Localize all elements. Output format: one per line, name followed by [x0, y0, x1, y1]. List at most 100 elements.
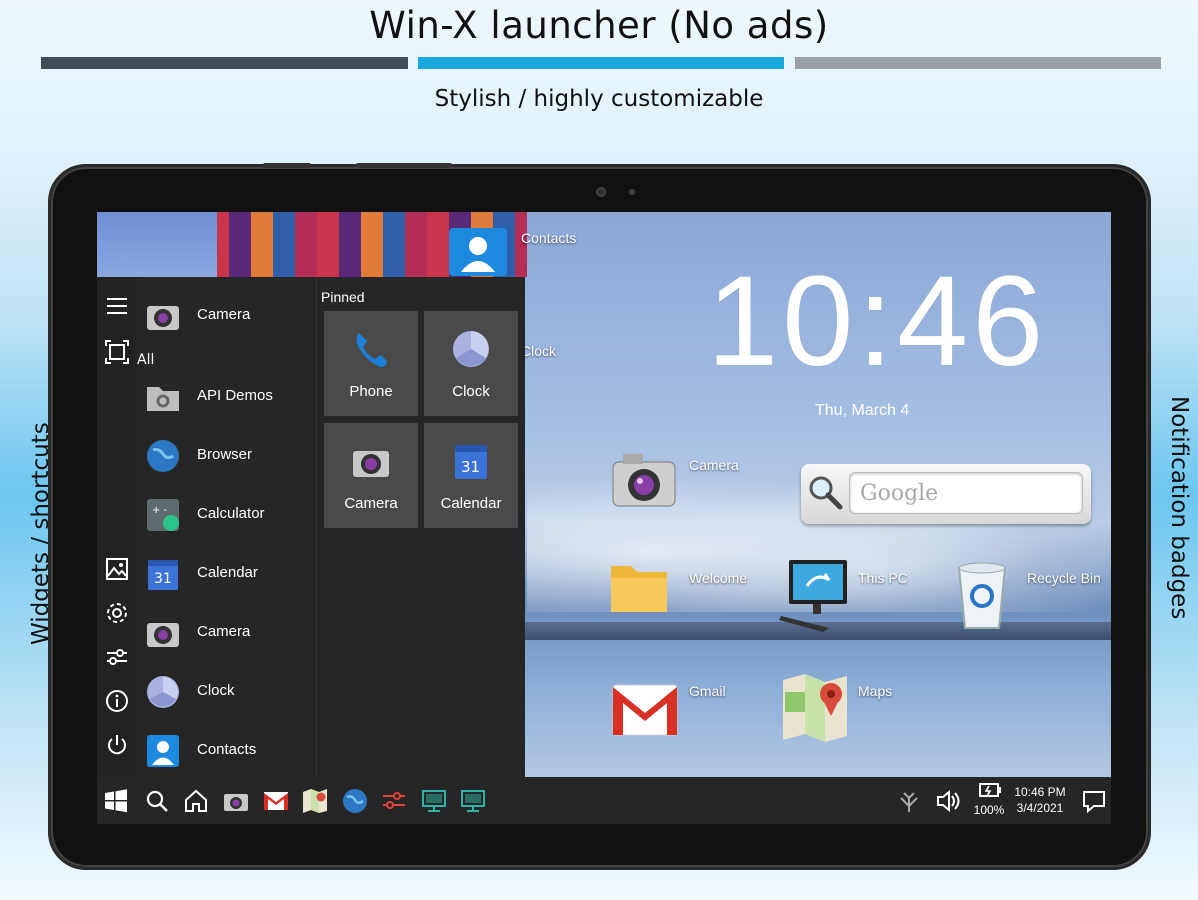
- monitor-icon: [779, 560, 847, 632]
- svg-text:31: 31: [154, 571, 172, 587]
- volume-button: [263, 163, 311, 168]
- pinned-tile-calendar[interactable]: 31 Calendar: [424, 423, 518, 528]
- wallpaper-sky: [97, 212, 217, 277]
- right-side-caption: Notification badges: [1160, 396, 1196, 656]
- settings-sliders-icon[interactable]: [381, 788, 407, 814]
- power-button: [356, 163, 452, 168]
- pinned-tile-clock[interactable]: Clock: [424, 311, 518, 416]
- pinned-label: Pinned: [321, 289, 365, 305]
- desktop-clock-label: Clock: [521, 343, 557, 359]
- app-item-contacts[interactable]: Contacts: [145, 731, 317, 771]
- battery-charging-icon[interactable]: [978, 782, 1002, 800]
- svg-text:+ -: + -: [152, 505, 168, 516]
- camera-icon: [147, 306, 179, 330]
- app-item-calendar[interactable]: 31 Calendar: [145, 554, 317, 594]
- power-icon[interactable]: [105, 733, 129, 757]
- folder-icon: [611, 566, 667, 612]
- desktop-this-pc[interactable]: [779, 558, 851, 632]
- search-icon[interactable]: [144, 788, 170, 814]
- gmail-icon[interactable]: [263, 788, 289, 814]
- all-apps-label: All: [137, 352, 155, 368]
- clock-icon: [453, 331, 489, 367]
- camera-icon: [147, 623, 179, 647]
- app-label: Calendar: [197, 564, 258, 581]
- windows-start-icon[interactable]: [103, 788, 129, 814]
- gmail-icon: [612, 684, 678, 736]
- calendar-icon: 31: [455, 445, 487, 479]
- banner-subtitle: Stylish / highly customizable: [434, 86, 764, 112]
- start-menu-rail: [97, 277, 137, 777]
- desktop-camera-label: Camera: [689, 457, 739, 473]
- calculator-icon: + -: [147, 499, 179, 531]
- home-icon[interactable]: [183, 788, 209, 814]
- calendar-icon: 31: [148, 560, 178, 590]
- tray-time[interactable]: 10:46 PM: [1009, 785, 1071, 799]
- battery-percent: 100%: [973, 803, 1005, 817]
- tablet-screen: Contacts Clock 10:46 Thu, March 4 Google…: [97, 212, 1111, 824]
- desktop-gmail[interactable]: [611, 677, 679, 739]
- gear-icon[interactable]: [105, 601, 129, 625]
- desktop-camera[interactable]: [609, 448, 679, 512]
- image-icon[interactable]: [105, 557, 129, 581]
- recent-camera-label: Camera: [197, 306, 251, 323]
- svg-text:31: 31: [461, 458, 480, 476]
- banner-bar-gray: [795, 57, 1161, 69]
- clock-widget-time: 10:46: [707, 250, 1048, 393]
- taskbar: 100% 10:46 PM 3/4/2021: [97, 777, 1111, 824]
- sensor-dot: [629, 189, 635, 195]
- recent-camera[interactable]: Camera: [145, 296, 317, 336]
- desktop-gmail-label: Gmail: [689, 683, 726, 699]
- camera-icon: [612, 454, 676, 507]
- desktop-recycle-bin-label: Recycle Bin: [1027, 570, 1101, 586]
- monitor-icon[interactable]: [421, 788, 447, 814]
- network-icon[interactable]: [896, 788, 922, 814]
- app-label: API Demos: [197, 387, 273, 404]
- volume-icon[interactable]: [935, 788, 961, 814]
- tablet-device: Contacts Clock 10:46 Thu, March 4 Google…: [48, 163, 1151, 870]
- sliders-icon[interactable]: [105, 645, 129, 669]
- folder-gear-icon: [147, 387, 179, 411]
- right-side-label: Notification badges: [1166, 396, 1192, 620]
- app-label: Browser: [197, 446, 253, 463]
- pinned-tile-phone[interactable]: Phone: [324, 311, 418, 416]
- clock-widget-date: Thu, March 4: [815, 402, 910, 419]
- browser-icon[interactable]: [342, 788, 368, 814]
- maps-icon[interactable]: [302, 788, 328, 814]
- tray-date[interactable]: 3/4/2021: [1009, 801, 1071, 815]
- front-camera: [596, 187, 606, 197]
- desktop-welcome-label: Welcome: [689, 570, 748, 586]
- desktop-this-pc-label: This PC: [858, 570, 908, 586]
- clock-icon: [147, 676, 179, 708]
- maps-icon: [783, 674, 847, 742]
- left-side-caption: Widgets / shortcuts: [0, 400, 54, 650]
- google-search-field[interactable]: Google: [849, 472, 1083, 514]
- screenshot-icon[interactable]: [105, 340, 129, 364]
- tile-label: Phone: [349, 383, 393, 400]
- camera-icon: [353, 451, 389, 477]
- contacts-icon: [449, 228, 507, 276]
- camera-icon[interactable]: [223, 788, 249, 814]
- app-item-calculator[interactable]: + - Calculator: [145, 495, 317, 535]
- banner-bar-blue: [418, 57, 784, 69]
- google-search-widget[interactable]: Google: [801, 464, 1091, 524]
- app-item-clock[interactable]: Clock: [145, 672, 317, 712]
- app-label: Clock: [197, 682, 235, 699]
- phone-icon: [356, 333, 387, 367]
- desktop-welcome-folder[interactable]: [609, 558, 669, 614]
- app-list: Camera All API Demos Browser + - Calcula…: [137, 277, 317, 777]
- desktop-recycle-bin[interactable]: [953, 560, 1011, 630]
- info-icon[interactable]: [105, 689, 129, 713]
- app-item-camera[interactable]: Camera: [145, 613, 317, 653]
- menu-icon[interactable]: [105, 294, 129, 318]
- monitor-icon[interactable]: [460, 788, 486, 814]
- pinned-tile-camera[interactable]: Camera: [324, 423, 418, 528]
- app-label: Calculator: [197, 505, 265, 522]
- tile-label: Camera: [344, 495, 398, 512]
- app-item-browser[interactable]: Browser: [145, 436, 317, 476]
- recycle-bin-icon: [957, 562, 1007, 629]
- notification-center-icon[interactable]: [1081, 788, 1107, 814]
- desktop-maps-label: Maps: [858, 683, 893, 699]
- desktop-contacts[interactable]: [449, 224, 507, 276]
- desktop-maps[interactable]: [781, 672, 849, 744]
- app-item-api-demos[interactable]: API Demos: [145, 377, 317, 417]
